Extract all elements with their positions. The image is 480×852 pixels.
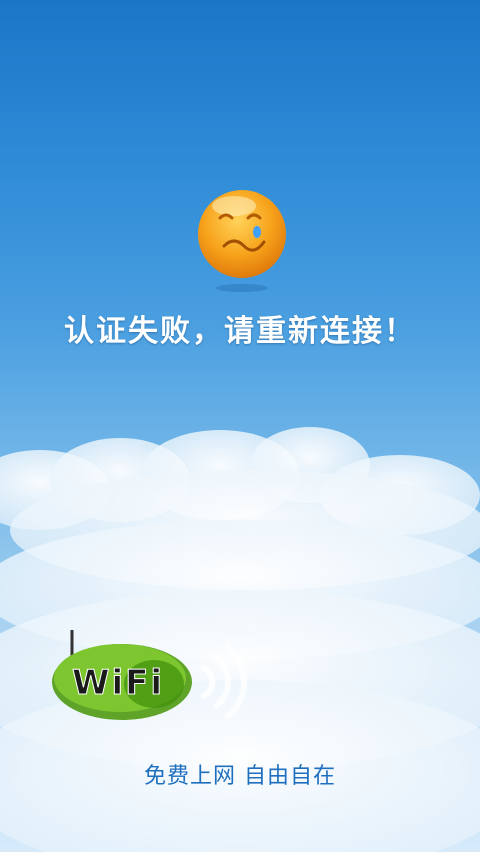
wifi-logo-text: WiFi bbox=[72, 663, 164, 703]
brand-slogan: 免费上网 自由自在 bbox=[144, 764, 336, 789]
sad-face-icon bbox=[198, 190, 286, 292]
wifi-logo: WiFi bbox=[52, 630, 247, 720]
auth-failed-message: 认证失败，请重新连接！ bbox=[64, 314, 416, 349]
